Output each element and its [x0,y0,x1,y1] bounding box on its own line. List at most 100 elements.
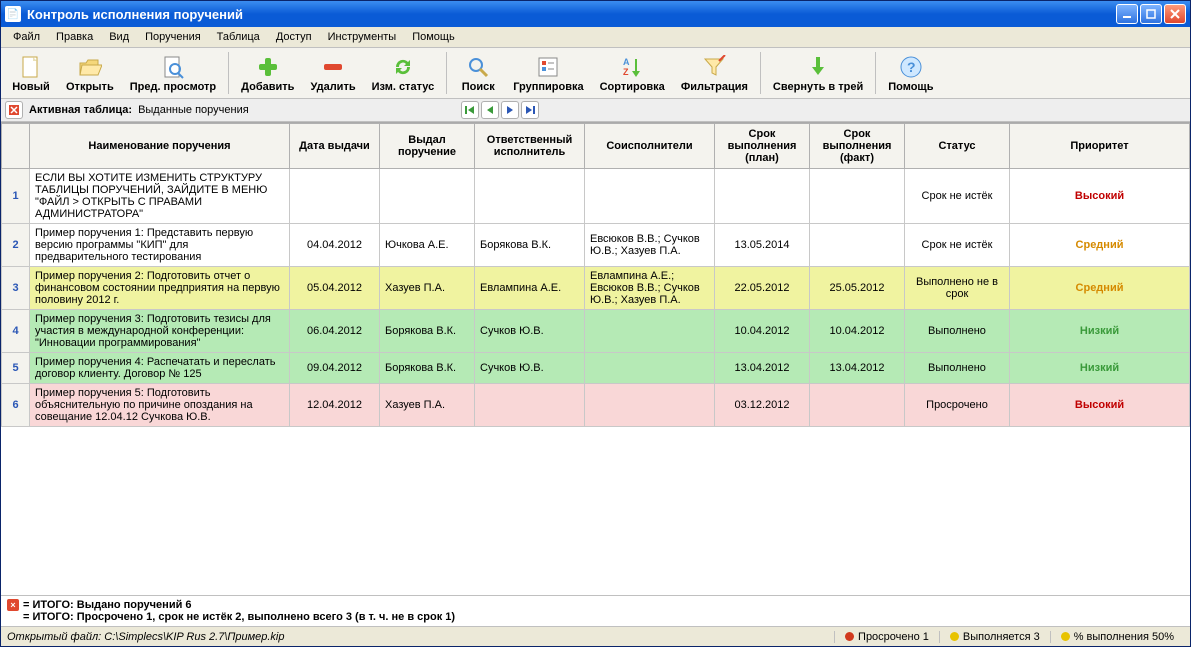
cell-issuer[interactable]: Хазуев П.А. [380,384,475,427]
cell-due-fact[interactable] [810,224,905,267]
col-due-plan[interactable]: Срок выполнения (план) [715,124,810,169]
col-due-fact[interactable]: Срок выполнения (факт) [810,124,905,169]
cell-co[interactable] [585,353,715,384]
col-issuer[interactable]: Выдал поручение [380,124,475,169]
tray-button[interactable]: Свернуть в трей [766,50,870,96]
cell-name[interactable]: Пример поручения 4: Распечатать и пересл… [30,353,290,384]
cell-name[interactable]: Пример поручения 5: Подготовить объяснит… [30,384,290,427]
cell-status[interactable]: Срок не истёк [905,224,1010,267]
menu-view[interactable]: Вид [101,29,137,45]
cell-status[interactable]: Срок не истёк [905,169,1010,224]
cell-due-plan[interactable]: 22.05.2012 [715,267,810,310]
cell-due-plan[interactable]: 10.04.2012 [715,310,810,353]
cell-due-fact[interactable] [810,384,905,427]
cell-responsible[interactable] [475,169,585,224]
close-button[interactable] [1164,4,1186,24]
maximize-button[interactable] [1140,4,1162,24]
cell-responsible[interactable]: Евлампина А.Е. [475,267,585,310]
nav-first-button[interactable] [461,101,479,119]
cell-status[interactable]: Просрочено [905,384,1010,427]
cell-issuer[interactable] [380,169,475,224]
cell-name[interactable]: ЕСЛИ ВЫ ХОТИТЕ ИЗМЕНИТЬ СТРУКТУРУ ТАБЛИЦ… [30,169,290,224]
table-row[interactable]: 3Пример поручения 2: Подготовить отчет о… [2,267,1190,310]
cell-date[interactable]: 06.04.2012 [290,310,380,353]
cell-date[interactable]: 05.04.2012 [290,267,380,310]
cell-due-fact[interactable]: 10.04.2012 [810,310,905,353]
cell-due-fact[interactable]: 25.05.2012 [810,267,905,310]
table-scroll[interactable]: Наименование поручения Дата выдачи Выдал… [1,122,1190,595]
col-date[interactable]: Дата выдачи [290,124,380,169]
cell-issuer[interactable]: Борякова В.К. [380,353,475,384]
menu-tools[interactable]: Инструменты [320,29,405,45]
cell-due-plan[interactable]: 13.05.2014 [715,224,810,267]
cell-num[interactable]: 2 [2,224,30,267]
cell-responsible[interactable] [475,384,585,427]
cell-status[interactable]: Выполнено [905,310,1010,353]
col-co[interactable]: Соисполнители [585,124,715,169]
cell-num[interactable]: 3 [2,267,30,310]
table-row[interactable]: 1ЕСЛИ ВЫ ХОТИТЕ ИЗМЕНИТЬ СТРУКТУРУ ТАБЛИ… [2,169,1190,224]
add-button[interactable]: Добавить [234,50,301,96]
col-status[interactable]: Статус [905,124,1010,169]
cell-due-plan[interactable] [715,169,810,224]
cell-co[interactable] [585,169,715,224]
menu-file[interactable]: Файл [5,29,48,45]
help-button[interactable]: ? Помощь [881,50,940,96]
col-priority[interactable]: Приоритет [1010,124,1190,169]
cell-date[interactable]: 12.04.2012 [290,384,380,427]
cell-name[interactable]: Пример поручения 1: Представить первую в… [30,224,290,267]
filter-button[interactable]: Фильтрация [674,50,755,96]
cell-priority[interactable]: Высокий [1010,384,1190,427]
change-status-button[interactable]: Изм. статус [365,50,442,96]
open-button[interactable]: Открыть [59,50,121,96]
cell-name[interactable]: Пример поручения 2: Подготовить отчет о … [30,267,290,310]
new-button[interactable]: Новый [5,50,57,96]
cell-num[interactable]: 6 [2,384,30,427]
cell-issuer[interactable]: Борякова В.К. [380,310,475,353]
cell-priority[interactable]: Низкий [1010,310,1190,353]
menu-help[interactable]: Помощь [404,29,463,45]
cell-issuer[interactable]: Ючкова А.Е. [380,224,475,267]
cell-responsible[interactable]: Борякова В.К. [475,224,585,267]
cell-co[interactable]: Евсюков В.В.; Сучков Ю.В.; Хазуев П.А. [585,224,715,267]
minimize-button[interactable] [1116,4,1138,24]
cell-co[interactable] [585,310,715,353]
nav-prev-button[interactable] [481,101,499,119]
menu-tasks[interactable]: Поручения [137,29,209,45]
cell-co[interactable] [585,384,715,427]
cell-num[interactable]: 1 [2,169,30,224]
menu-table[interactable]: Таблица [209,29,268,45]
cell-co[interactable]: Евлампина А.Е.; Евсюков В.В.; Сучков Ю.В… [585,267,715,310]
cell-priority[interactable]: Средний [1010,267,1190,310]
cell-due-fact[interactable]: 13.04.2012 [810,353,905,384]
delete-button[interactable]: Удалить [303,50,362,96]
cell-priority[interactable]: Низкий [1010,353,1190,384]
nav-last-button[interactable] [521,101,539,119]
col-responsible[interactable]: Ответственный исполнитель [475,124,585,169]
cell-responsible[interactable]: Сучков Ю.В. [475,353,585,384]
cell-date[interactable]: 04.04.2012 [290,224,380,267]
close-table-button[interactable] [5,101,23,119]
col-num[interactable] [2,124,30,169]
table-row[interactable]: 4Пример поручения 3: Подготовить тезисы … [2,310,1190,353]
cell-priority[interactable]: Средний [1010,224,1190,267]
cell-date[interactable] [290,169,380,224]
search-button[interactable]: Поиск [452,50,504,96]
cell-due-plan[interactable]: 03.12.2012 [715,384,810,427]
group-button[interactable]: Группировка [506,50,590,96]
cell-status[interactable]: Выполнено не в срок [905,267,1010,310]
cell-issuer[interactable]: Хазуев П.А. [380,267,475,310]
cell-num[interactable]: 4 [2,310,30,353]
cell-responsible[interactable]: Сучков Ю.В. [475,310,585,353]
nav-next-button[interactable] [501,101,519,119]
menu-access[interactable]: Доступ [268,29,320,45]
cell-name[interactable]: Пример поручения 3: Подготовить тезисы д… [30,310,290,353]
cell-num[interactable]: 5 [2,353,30,384]
col-name[interactable]: Наименование поручения [30,124,290,169]
sort-button[interactable]: AZ Сортировка [593,50,672,96]
table-row[interactable]: 6Пример поручения 5: Подготовить объясни… [2,384,1190,427]
table-row[interactable]: 2Пример поручения 1: Представить первую … [2,224,1190,267]
preview-button[interactable]: Пред. просмотр [123,50,223,96]
cell-status[interactable]: Выполнено [905,353,1010,384]
table-row[interactable]: 5Пример поручения 4: Распечатать и перес… [2,353,1190,384]
